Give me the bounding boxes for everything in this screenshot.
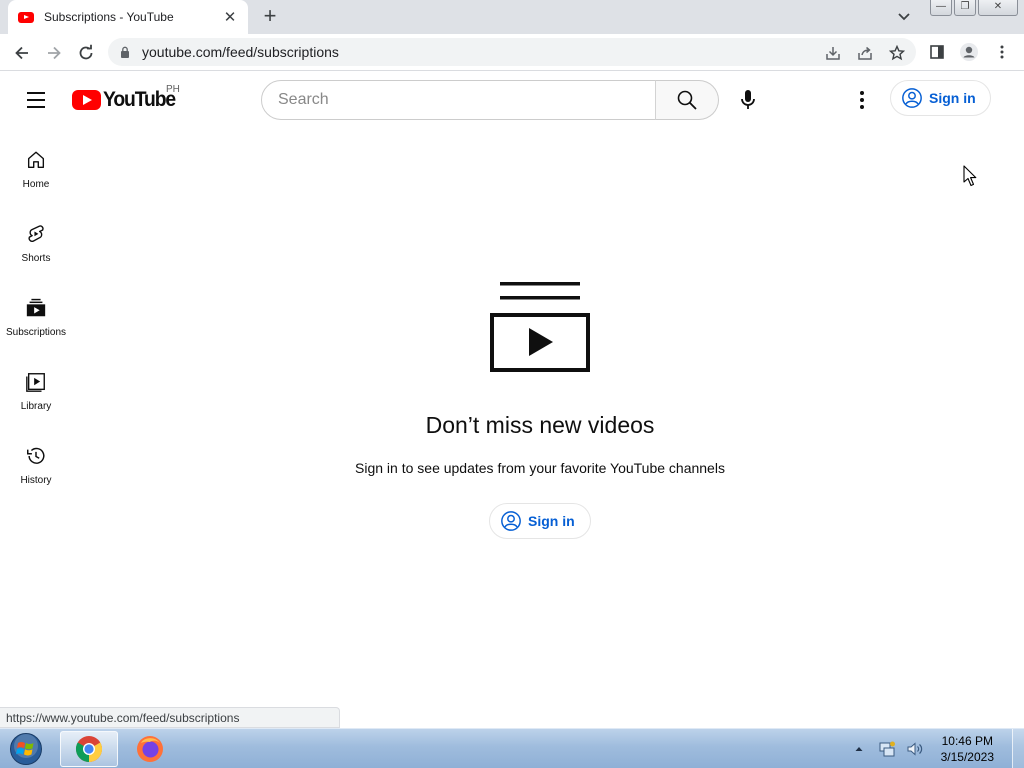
guide-label: Shorts	[21, 253, 51, 264]
home-icon	[24, 148, 48, 172]
taskbar-chrome-button[interactable]	[60, 731, 118, 767]
windows-taskbar: 10:46 PM 3/15/2023	[0, 728, 1024, 768]
country-code: PH	[166, 84, 180, 95]
back-button[interactable]	[10, 41, 34, 65]
tab-search-chevron-icon[interactable]	[895, 9, 913, 25]
menu-dot	[860, 105, 864, 109]
side-panel-icon	[930, 45, 944, 59]
empty-state-subtext: Sign in to see updates from your favorit…	[355, 460, 725, 476]
youtube-play-logo-icon	[72, 90, 101, 110]
search-button[interactable]	[655, 80, 719, 120]
shorts-icon	[24, 222, 48, 246]
search-input[interactable]	[278, 91, 655, 109]
clock-time: 10:46 PM	[941, 734, 993, 748]
search-box[interactable]	[261, 80, 656, 120]
show-hidden-icons-button[interactable]	[849, 739, 869, 759]
menu-dot	[860, 91, 864, 95]
windows-start-orb-icon	[10, 733, 42, 765]
hamburger-line	[27, 106, 45, 108]
hamburger-line	[27, 99, 45, 101]
subscriptions-illustration-icon	[490, 282, 590, 372]
taskbar-firefox-button[interactable]	[121, 731, 179, 767]
logo-wordmark: YouTube	[103, 88, 176, 111]
tab-title: Subscriptions - YouTube	[44, 10, 174, 24]
guide-item-home[interactable]: Home	[0, 128, 72, 202]
star-icon	[889, 45, 905, 61]
voice-search-button[interactable]	[730, 82, 766, 118]
profile-button[interactable]	[958, 41, 980, 63]
sign-in-label: Sign in	[528, 513, 575, 529]
address-bar[interactable]: youtube.com/feed/subscriptions	[108, 38, 916, 66]
install-app-button[interactable]	[824, 44, 842, 62]
library-icon	[24, 370, 48, 394]
reload-button[interactable]	[74, 41, 98, 65]
firefox-icon	[137, 736, 163, 762]
guide-label: Library	[20, 401, 52, 412]
chrome-menu-button[interactable]	[991, 41, 1013, 63]
clock-date: 3/15/2023	[940, 750, 994, 764]
youtube-logo[interactable]: YouTube PH	[72, 84, 181, 112]
show-desktop-button[interactable]	[1012, 729, 1024, 768]
profile-avatar-icon	[960, 43, 978, 61]
restore-button[interactable]: ❐	[954, 0, 976, 16]
window-controls: — ❐ ✕	[930, 0, 1018, 16]
account-circle-icon	[501, 511, 521, 531]
system-tray: 10:46 PM 3/15/2023	[849, 729, 1024, 768]
speaker-icon	[907, 742, 922, 756]
history-icon	[24, 444, 48, 468]
bookmark-button[interactable]	[888, 44, 906, 62]
search-icon	[677, 90, 697, 110]
mouse-cursor-icon	[963, 165, 977, 187]
sign-in-label: Sign in	[929, 90, 976, 106]
window-close-button[interactable]: ✕	[978, 0, 1018, 16]
empty-state-headline: Don’t miss new videos	[425, 412, 655, 438]
subscriptions-icon	[24, 296, 48, 320]
forward-arrow-icon	[48, 46, 61, 60]
sign-in-button[interactable]: Sign in	[890, 80, 991, 116]
browser-toolbar: youtube.com/feed/subscriptions	[0, 34, 1024, 71]
youtube-masthead: YouTube PH Sign in	[0, 72, 1024, 128]
link-status-bubble: https://www.youtube.com/feed/subscriptio…	[0, 707, 340, 728]
install-icon	[826, 47, 840, 60]
new-tab-button[interactable]: +	[258, 5, 282, 29]
chrome-icon	[75, 736, 103, 763]
taskbar-clock[interactable]: 10:46 PM 3/15/2023	[941, 733, 994, 765]
volume-tray-button[interactable]	[905, 739, 925, 759]
guide-label: History	[20, 475, 52, 486]
empty-state-sign-in-button[interactable]: Sign in	[489, 503, 591, 539]
up-triangle-icon	[855, 747, 863, 751]
account-circle-icon	[902, 88, 922, 108]
tab-close-button[interactable]: ✕	[222, 8, 238, 26]
guide-label: Subscriptions	[5, 327, 67, 338]
guide-item-library[interactable]: Library	[0, 350, 72, 424]
start-button[interactable]	[6, 731, 46, 767]
browser-tab-strip: Subscriptions - YouTube ✕ + — ❐ ✕	[0, 0, 1024, 34]
network-icon	[879, 741, 895, 757]
side-panel-button[interactable]	[926, 41, 948, 63]
browser-tab[interactable]: Subscriptions - YouTube ✕	[8, 0, 248, 34]
guide-menu-button[interactable]	[24, 88, 48, 112]
youtube-favicon-icon	[18, 11, 34, 23]
share-icon	[858, 46, 872, 60]
settings-menu-button[interactable]	[850, 86, 874, 114]
back-arrow-icon	[15, 46, 28, 60]
guide-label: Home	[22, 179, 50, 190]
forward-button[interactable]	[42, 41, 66, 65]
lock-icon[interactable]	[120, 46, 130, 58]
url-text[interactable]: youtube.com/feed/subscriptions	[142, 44, 339, 60]
minimize-button[interactable]: —	[930, 0, 952, 16]
reload-icon	[79, 44, 93, 60]
share-button[interactable]	[856, 44, 874, 62]
guide-item-history[interactable]: History	[0, 424, 72, 498]
menu-dot	[860, 98, 864, 102]
microphone-icon	[741, 90, 755, 109]
vertical-dots-icon	[1000, 45, 1004, 59]
hamburger-line	[27, 92, 45, 94]
guide-item-subscriptions[interactable]: Subscriptions	[0, 276, 72, 350]
network-tray-button[interactable]	[877, 739, 897, 759]
guide-item-shorts[interactable]: Shorts	[0, 202, 72, 276]
